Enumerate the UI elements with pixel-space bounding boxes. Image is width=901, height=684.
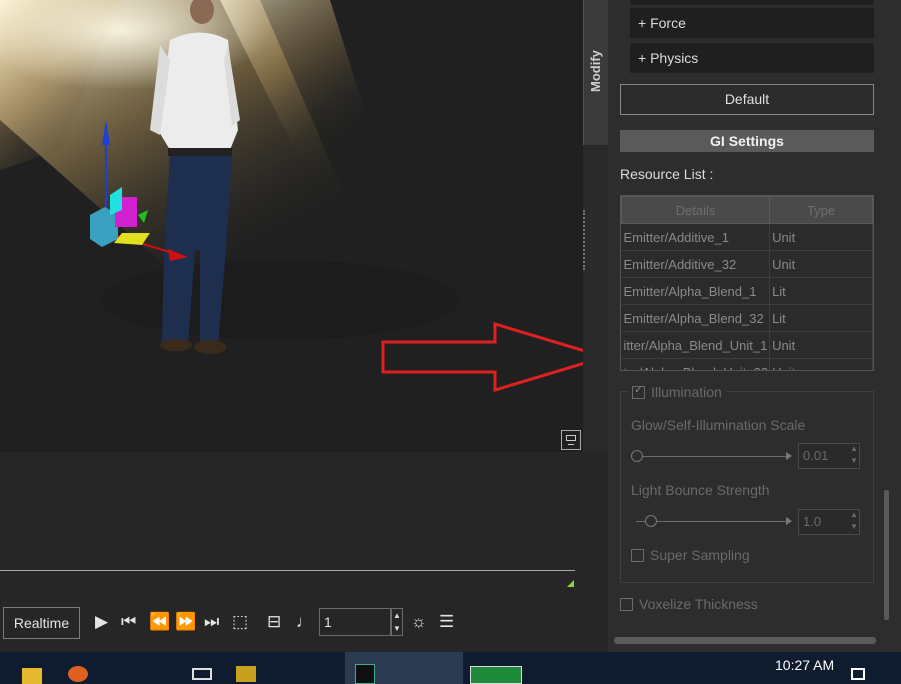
resource-table[interactable]: Details Type Emitter/Additive_1 Unit Emit… [620,195,874,371]
transform-gizmo[interactable] [80,115,190,265]
resize-handle[interactable] [583,210,587,270]
gi-settings-header[interactable]: GI Settings [620,130,874,152]
file-explorer-icon[interactable] [22,668,42,684]
previous-frame-icon[interactable]: ⏪ [149,612,170,632]
table-row[interactable]: Emitter/Additive_32 Unit [621,250,873,278]
3d-viewport[interactable] [0,0,583,452]
horizontal-scrollbar[interactable] [614,637,876,644]
play-icon[interactable]: ▶ [95,612,108,632]
table-row[interactable]: Emitter/Alpha_Blend_32 Lit [621,304,873,332]
bounce-strength-label: Light Bounce Strength [631,482,770,498]
taskbar-clock[interactable]: 10:27 AM [775,657,834,673]
accordion-top [630,0,874,5]
glow-scale-label: Glow/Self-Illumination Scale [631,417,806,433]
column-header-type[interactable]: Type [769,196,873,224]
glow-stepper[interactable]: ▲ ▼ [848,443,860,469]
annotation-arrow-icon [381,322,583,392]
cell-details: itter/Alpha_Blend_Unit_1 [621,331,771,359]
notifications-icon[interactable] [851,668,865,680]
illumination-toggle[interactable]: ✓ Illumination [628,383,726,401]
active-app-tab[interactable] [345,652,463,684]
cell-details: Emitter/Additive_1 [621,223,771,251]
cell-type: Lit [769,304,873,332]
illumination-checkbox[interactable]: ✓ [632,384,645,399]
column-header-details[interactable]: Details [621,196,771,224]
realtime-button[interactable]: Realtime [3,607,80,639]
super-sampling-option[interactable]: Super Sampling [631,547,750,563]
bounce-stepper[interactable]: ▲ ▼ [848,509,860,535]
table-row[interactable]: Emitter/Alpha_Blend_1 Lit [621,277,873,305]
voxelize-label: Voxelize Thickness [639,596,758,612]
bounce-slider-arrow-icon [786,517,792,525]
cell-type: Unit [769,358,873,370]
cell-type: Lit [769,277,873,305]
panel-layout-icon[interactable]: ☰ [439,612,454,632]
glow-slider-arrow-icon [786,452,792,460]
range-select-icon[interactable]: ⬚ [232,612,248,632]
table-row[interactable]: itter/Alpha_Blend_Unit_1 Unit [621,331,873,359]
voxelize-option[interactable]: Voxelize Thickness [620,596,758,612]
system-indicator[interactable] [470,666,522,684]
accordion-physics[interactable]: + Physics [630,43,874,73]
bounce-slider-handle[interactable] [645,515,657,527]
music-note-icon[interactable]: ♩ [296,612,313,632]
table-row[interactable]: ter/Alpha_Blend_Unit_32Unit [621,358,873,370]
cell-type: Unit [769,331,873,359]
frame-input[interactable]: 1 [319,608,391,636]
browser-icon[interactable] [68,666,88,682]
timeline-track[interactable] [0,570,575,571]
timeline-icon[interactable]: ⊟ [267,612,281,632]
tab-modify-label: Modify [588,50,603,92]
cell-details: Emitter/Alpha_Blend_32 [621,304,771,332]
voxelize-checkbox[interactable] [620,597,633,611]
illumination-label: Illumination [651,384,722,400]
store-icon[interactable] [192,668,212,680]
cell-details: ter/Alpha_Blend_Unit_32 [621,358,771,370]
accordion-force[interactable]: + Force [630,8,874,38]
viewport-options-icon[interactable] [561,430,581,450]
next-frame-icon[interactable]: ⏩ [175,612,196,632]
cell-details: Emitter/Additive_32 [621,250,771,278]
app-icon[interactable] [236,666,256,682]
cell-details: Emitter/Alpha_Blend_1 [621,277,771,305]
table-row[interactable]: Emitter/Additive_1 Unit [621,223,873,251]
table-header-row: Details Type [621,196,873,224]
tab-modify[interactable]: Modify [583,0,609,145]
vertical-scrollbar[interactable] [884,490,889,620]
bounce-strength-slider[interactable] [636,521,788,522]
cell-type: Unit [769,223,873,251]
glow-scale-slider[interactable] [636,456,788,457]
light-settings-icon[interactable]: ☼ [411,612,427,632]
go-to-end-icon[interactable]: ⏭ [204,612,219,632]
go-to-start-icon[interactable]: ⏮ [121,612,136,632]
glow-slider-handle[interactable] [631,450,643,462]
super-sampling-checkbox[interactable] [631,548,644,562]
resource-list-label: Resource List : [620,166,714,182]
default-button[interactable]: Default [620,84,874,115]
timeline-end-marker-icon [567,580,574,587]
cell-type: Unit [769,250,873,278]
iclone-icon [355,664,375,684]
super-sampling-label: Super Sampling [650,547,750,563]
frame-stepper[interactable]: ▲ ▼ [391,608,403,636]
